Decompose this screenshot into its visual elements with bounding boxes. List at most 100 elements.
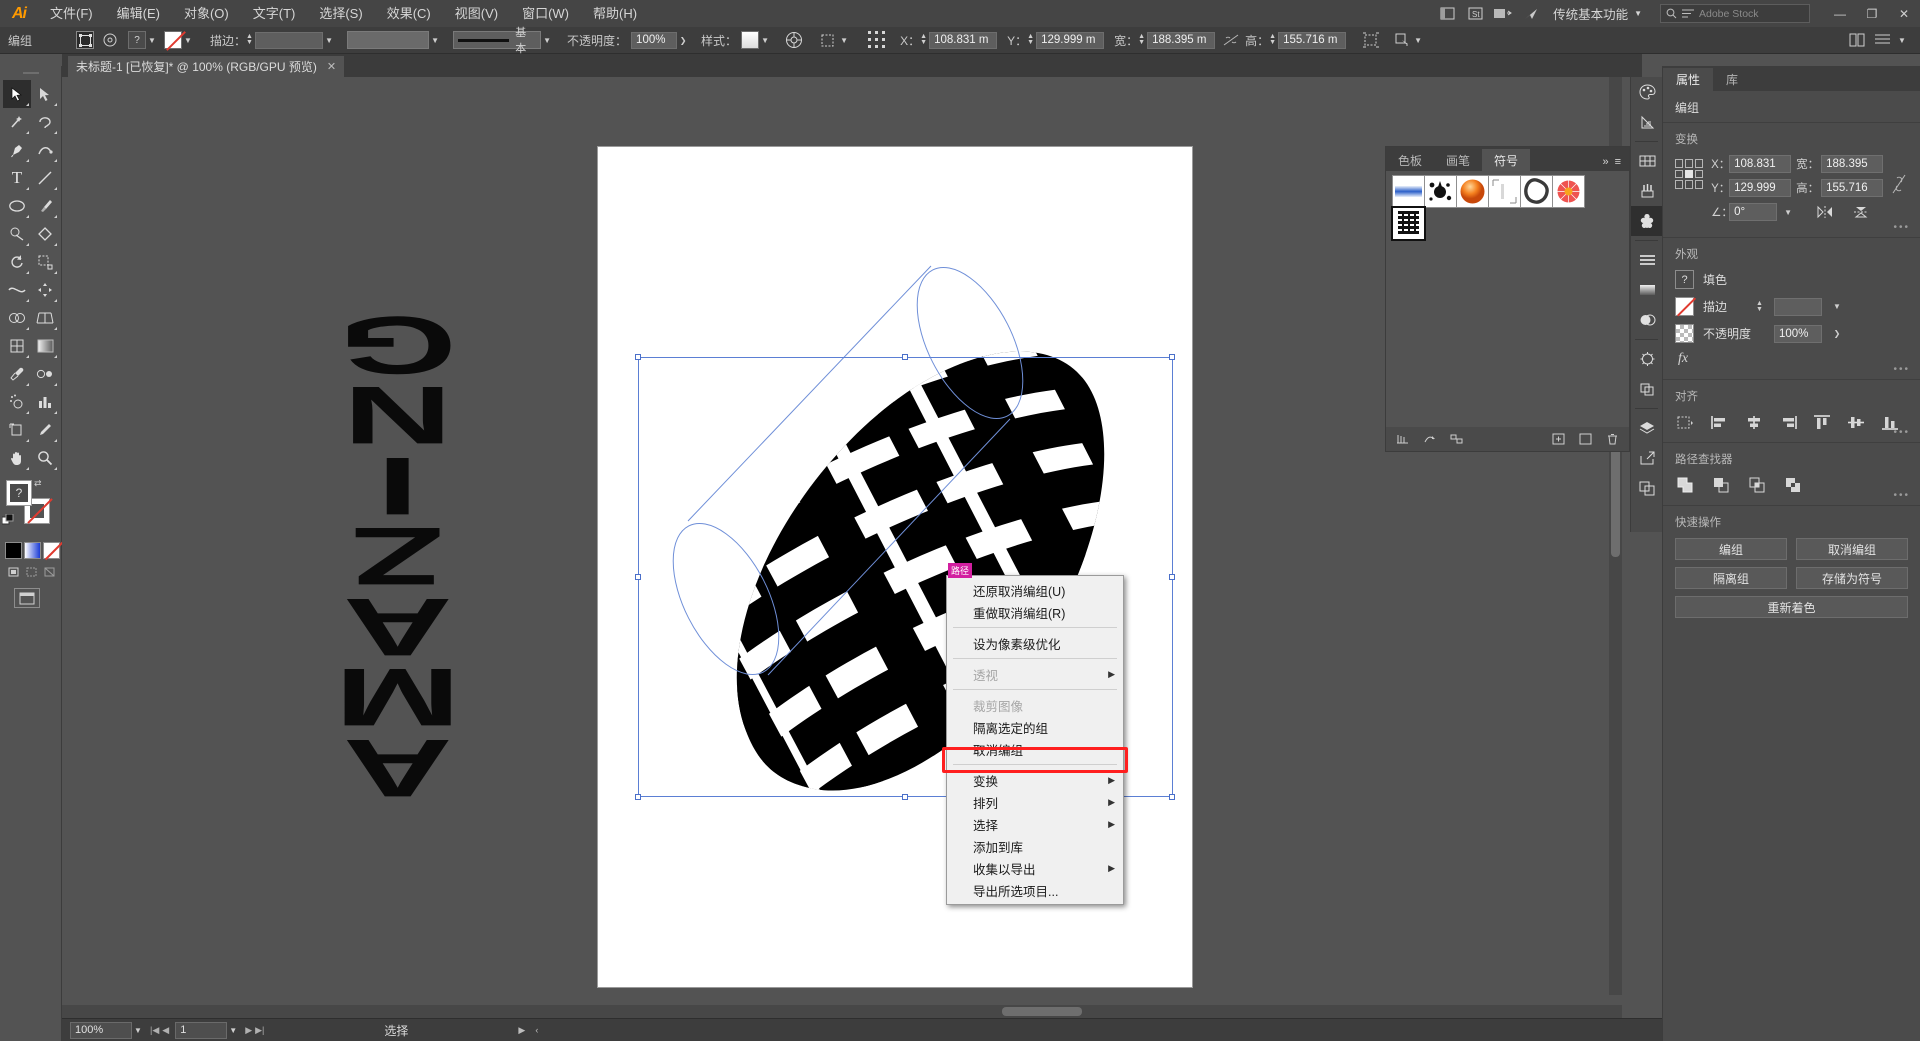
zoom-chevron-icon[interactable]: ▼ xyxy=(132,1026,144,1035)
appearance-stroke-weight-field[interactable] xyxy=(1774,298,1822,316)
eyedropper-tool[interactable] xyxy=(3,360,31,388)
ctx-add-to-library[interactable]: 添加到库 xyxy=(947,835,1123,857)
w-field[interactable]: 188.395 m xyxy=(1147,32,1215,49)
swap-fill-stroke-icon[interactable]: ⇄ xyxy=(34,478,42,489)
appearance-opacity-field[interactable]: 100% xyxy=(1774,325,1822,343)
color-panel-icon[interactable] xyxy=(1631,77,1663,107)
current-tool-status[interactable]: 选择 xyxy=(384,1022,408,1039)
share-icon[interactable] xyxy=(1520,4,1542,24)
transparency-panel-icon[interactable] xyxy=(1631,305,1663,335)
horizontal-scroll-thumb[interactable] xyxy=(1002,1007,1082,1016)
selection-tool[interactable] xyxy=(3,80,31,108)
symbol-gradient-bar[interactable] xyxy=(1392,175,1425,208)
ctx-collect-for-export[interactable]: 收集以导出 ▶ xyxy=(947,857,1123,879)
zoom-level-field[interactable]: 100% xyxy=(70,1022,132,1039)
new-symbol-icon[interactable] xyxy=(1579,433,1592,445)
ellipse-tool[interactable] xyxy=(3,192,31,220)
menu-view[interactable]: 视图(V) xyxy=(443,0,510,27)
minimize-button[interactable]: — xyxy=(1824,0,1856,27)
unite-icon[interactable] xyxy=(1675,475,1697,495)
select-similar-icon[interactable] xyxy=(1394,32,1412,48)
gradient-panel-icon[interactable] xyxy=(1631,275,1663,305)
menu-edit[interactable]: 编辑(E) xyxy=(105,0,172,27)
asset-export-icon[interactable] xyxy=(1631,443,1663,473)
line-segment-tool[interactable] xyxy=(31,164,59,192)
shape-builder-tool[interactable] xyxy=(3,304,31,332)
w-stepper[interactable]: ▲▼ xyxy=(1138,34,1147,46)
transform-bounds-icon[interactable] xyxy=(76,31,94,49)
menu-select[interactable]: 选择(S) xyxy=(307,0,374,27)
tab-properties[interactable]: 属性 xyxy=(1663,68,1713,91)
brushes-panel-icon[interactable] xyxy=(1631,176,1663,206)
transform-more-icon[interactable]: ••• xyxy=(1893,222,1910,233)
hand-tool[interactable] xyxy=(3,444,31,472)
symbol-corner-marks[interactable] xyxy=(1488,175,1521,208)
amazing-text-artwork[interactable]: AMAZING xyxy=(307,382,492,802)
close-button[interactable]: ✕ xyxy=(1888,0,1920,27)
align-more-icon[interactable]: ••• xyxy=(1893,427,1910,438)
stroke-weight-chevron-icon[interactable]: ▼ xyxy=(1831,302,1843,311)
y-field[interactable]: 129.999 m xyxy=(1036,32,1104,49)
controlbar-overflow-icon[interactable]: ▼ xyxy=(1896,36,1908,45)
handle-tl[interactable] xyxy=(635,354,641,360)
pathfinder-more-icon[interactable]: ••• xyxy=(1893,490,1910,501)
ctx-transform[interactable]: 变换 ▶ xyxy=(947,769,1123,791)
constrain-proportions-icon[interactable] xyxy=(1223,33,1239,47)
graphic-style-swatch[interactable] xyxy=(741,31,759,49)
context-menu[interactable]: 还原取消编组(U) 重做取消编组(R) 设为像素级优化 透视 ▶ 裁剪图像 隔离… xyxy=(946,575,1124,905)
align-chevron-icon[interactable]: ▼ xyxy=(838,36,850,45)
transform-panel-icon[interactable] xyxy=(1362,32,1380,48)
handle-br[interactable] xyxy=(1169,794,1175,800)
tab-brushes[interactable]: 画笔 xyxy=(1434,149,1482,171)
transform-h-field[interactable]: 155.716 xyxy=(1821,179,1883,197)
exclude-icon[interactable] xyxy=(1783,475,1805,495)
workspace-menu-icon[interactable] xyxy=(1875,34,1890,47)
brush-definition-select[interactable]: 基本 xyxy=(453,31,541,49)
color-mode-button[interactable] xyxy=(5,542,22,559)
symbol-amazing-artwork[interactable] xyxy=(1392,207,1425,240)
artboard-number-field[interactable]: 1 xyxy=(175,1022,227,1039)
angle-chevron-icon[interactable]: ▼ xyxy=(1782,208,1794,217)
menu-object[interactable]: 对象(O) xyxy=(172,0,241,27)
ctx-redo-ungroup[interactable]: 重做取消编组(R) xyxy=(947,601,1123,623)
symbol-ink-splatter[interactable] xyxy=(1424,175,1457,208)
chain-link-icon[interactable] xyxy=(1891,155,1908,195)
restore-button[interactable]: ❐ xyxy=(1856,0,1888,27)
opacity-field[interactable]: 100% xyxy=(631,32,677,49)
align-panel-icon[interactable] xyxy=(1631,245,1663,275)
ctx-ungroup[interactable]: 取消编组 xyxy=(947,738,1123,760)
align-center-h-icon[interactable] xyxy=(1743,412,1765,432)
zoom-tool[interactable] xyxy=(31,444,59,472)
ctx-isolate-selected-group[interactable]: 隔离选定的组 xyxy=(947,716,1123,738)
ctx-undo-ungroup[interactable]: 还原取消编组(U) xyxy=(947,579,1123,601)
arrange-documents-icon[interactable] xyxy=(1492,4,1514,24)
perspective-grid-tool[interactable] xyxy=(31,304,59,332)
variable-width-profile-field[interactable] xyxy=(347,31,429,49)
panel-menu-icon[interactable]: ≡ xyxy=(1615,156,1621,168)
stroke-weight-chevron-icon[interactable]: ▼ xyxy=(323,36,335,45)
transform-reference-point[interactable] xyxy=(1675,159,1703,189)
handle-mr[interactable] xyxy=(1169,574,1175,580)
flip-vertical-icon[interactable] xyxy=(1852,205,1870,219)
symbol-options-icon[interactable] xyxy=(1450,433,1463,445)
blend-tool[interactable] xyxy=(31,360,59,388)
y-stepper[interactable]: ▲▼ xyxy=(1027,34,1036,46)
shaper-tool[interactable] xyxy=(3,220,31,248)
style-chevron-icon[interactable]: ▼ xyxy=(759,36,771,45)
symbols-panel-icon[interactable] xyxy=(1631,206,1663,236)
rotate-tool[interactable] xyxy=(3,248,31,276)
tab-symbols[interactable]: 符号 xyxy=(1482,149,1530,171)
collapse-panel-icon[interactable]: » xyxy=(1602,156,1608,168)
workspace-switcher[interactable]: 传统基本功能 ▼ xyxy=(1545,4,1650,23)
select-similar-chevron-icon[interactable]: ▼ xyxy=(1412,36,1424,45)
status-expand-icon[interactable]: ▶ xyxy=(518,1025,525,1036)
save-as-symbol-button[interactable]: 存储为符号 xyxy=(1796,567,1908,589)
place-instance-icon[interactable] xyxy=(1552,433,1565,445)
handle-bl[interactable] xyxy=(635,794,641,800)
ctx-select[interactable]: 选择 ▶ xyxy=(947,813,1123,835)
color-guide-icon[interactable] xyxy=(1631,107,1663,137)
gradient-tool[interactable] xyxy=(31,332,59,360)
break-link-icon[interactable] xyxy=(1423,433,1436,445)
menu-window[interactable]: 窗口(W) xyxy=(510,0,581,27)
draw-behind-icon[interactable] xyxy=(23,565,40,580)
